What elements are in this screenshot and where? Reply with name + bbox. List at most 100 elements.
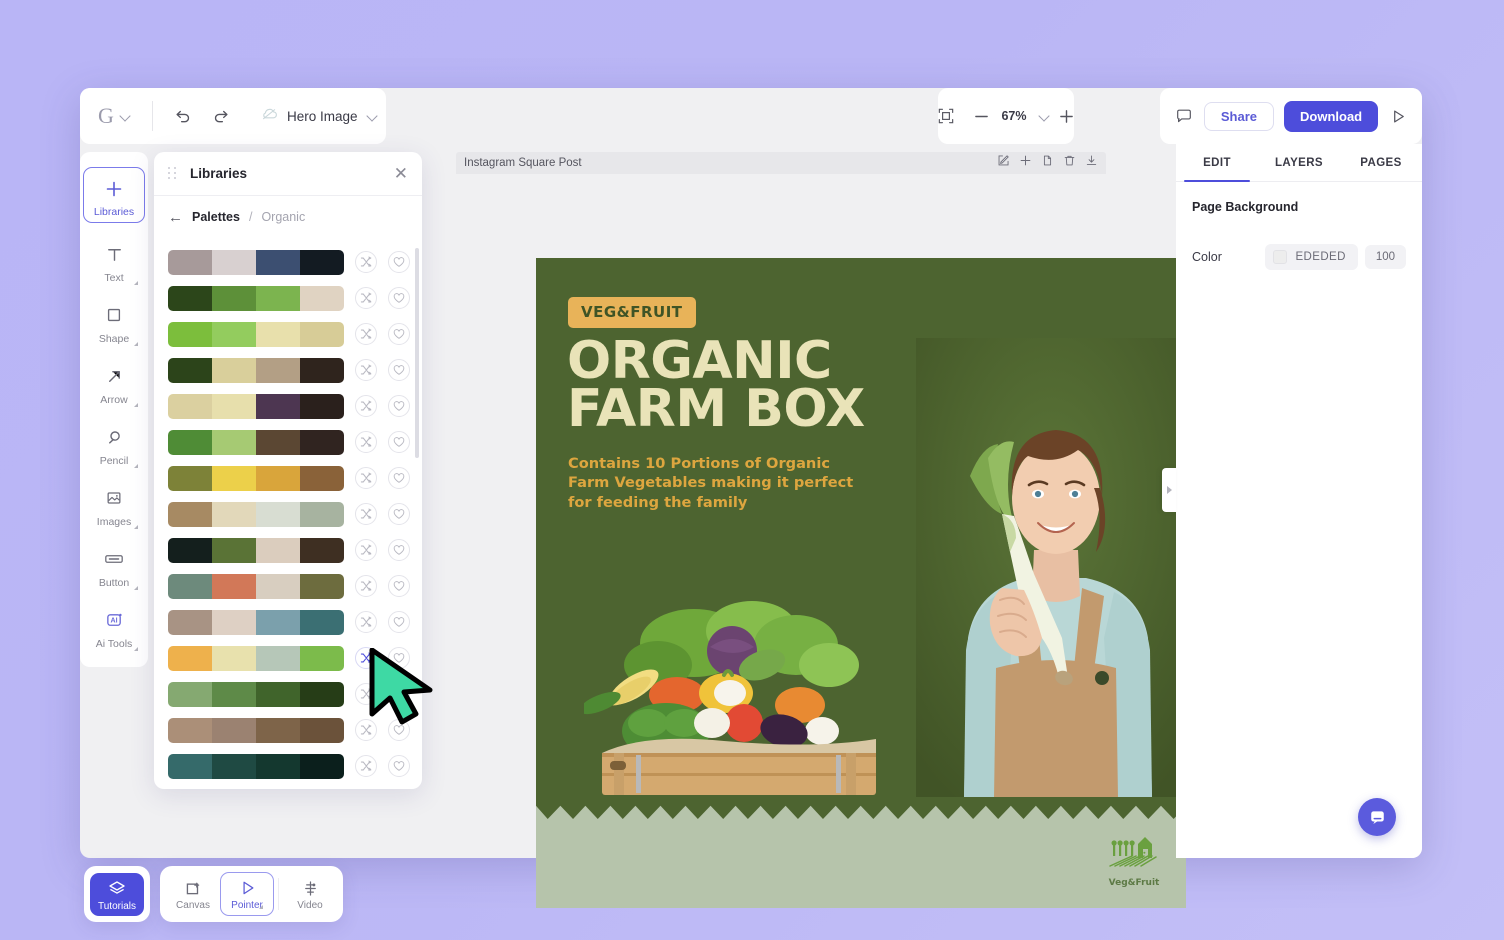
canvas-button[interactable]: Canvas (166, 873, 220, 915)
palette-swatches[interactable] (168, 645, 344, 671)
palette-swatch[interactable] (256, 321, 300, 347)
palette-swatch[interactable] (256, 609, 300, 635)
shuffle-icon[interactable] (355, 287, 377, 309)
sidebar-item-ai-tools[interactable]: AI Ai Tools (80, 596, 148, 657)
palette-swatch[interactable] (256, 753, 300, 779)
palette-swatch[interactable] (168, 717, 212, 743)
palette-swatches[interactable] (168, 357, 344, 383)
palette-swatches[interactable] (168, 537, 344, 563)
download-button[interactable]: Download (1284, 100, 1379, 132)
palette-swatch[interactable] (212, 393, 256, 419)
palette-swatch[interactable] (168, 645, 212, 671)
shuffle-icon[interactable] (355, 359, 377, 381)
tab-layers[interactable]: LAYERS (1258, 144, 1340, 181)
color-picker-button[interactable]: EDEDED (1265, 244, 1358, 270)
palette-swatch[interactable] (168, 465, 212, 491)
heart-icon[interactable] (388, 359, 410, 381)
palette-swatch[interactable] (212, 429, 256, 455)
fit-to-screen-button[interactable] (938, 104, 954, 128)
palette-swatch[interactable] (300, 501, 344, 527)
palette-row[interactable] (154, 604, 422, 640)
palette-swatch[interactable] (256, 429, 300, 455)
back-arrow-icon[interactable]: ← (168, 210, 183, 225)
app-logo-menu[interactable]: G (80, 88, 152, 144)
heart-icon[interactable] (388, 251, 410, 273)
palette-swatch[interactable] (168, 573, 212, 599)
palette-row[interactable] (154, 676, 422, 712)
heart-icon[interactable] (388, 539, 410, 561)
palette-swatches[interactable] (168, 465, 344, 491)
add-page-icon[interactable] (1019, 154, 1032, 172)
sidebar-item-text[interactable]: Text (80, 230, 148, 291)
palette-swatch[interactable] (212, 249, 256, 275)
palette-row[interactable] (154, 640, 422, 676)
palette-swatches[interactable] (168, 717, 344, 743)
undo-button[interactable] (171, 104, 195, 128)
sidebar-item-pencil[interactable]: Pencil (80, 413, 148, 474)
palette-swatch[interactable] (256, 285, 300, 311)
redo-button[interactable] (209, 104, 233, 128)
palette-swatch[interactable] (256, 717, 300, 743)
palette-swatch[interactable] (256, 393, 300, 419)
shuffle-icon[interactable] (355, 539, 377, 561)
palette-swatch[interactable] (168, 393, 212, 419)
palette-swatch[interactable] (168, 321, 212, 347)
sidebar-item-button[interactable]: Button (80, 535, 148, 596)
palette-swatch[interactable] (300, 717, 344, 743)
palette-swatch[interactable] (212, 357, 256, 383)
palette-swatch[interactable] (256, 357, 300, 383)
shuffle-icon[interactable] (355, 611, 377, 633)
heart-icon[interactable] (388, 575, 410, 597)
document-title-menu[interactable]: Hero Image (261, 107, 377, 126)
palette-swatch[interactable] (168, 753, 212, 779)
palette-swatch[interactable] (300, 393, 344, 419)
shuffle-icon[interactable] (355, 467, 377, 489)
palette-swatch[interactable] (300, 465, 344, 491)
zoom-out-button[interactable] (974, 104, 989, 128)
duplicate-icon[interactable] (1041, 154, 1054, 172)
heart-icon[interactable] (388, 323, 410, 345)
palette-swatch[interactable] (168, 537, 212, 563)
palette-swatch[interactable] (168, 285, 212, 311)
palette-swatches[interactable] (168, 501, 344, 527)
palette-row[interactable] (154, 280, 422, 316)
trash-icon[interactable] (1063, 154, 1076, 172)
palette-row[interactable] (154, 748, 422, 784)
palette-swatch[interactable] (300, 357, 344, 383)
palette-swatch[interactable] (300, 249, 344, 275)
heart-icon[interactable] (388, 755, 410, 777)
zoom-level[interactable]: 67% (999, 109, 1029, 123)
palette-row[interactable] (154, 388, 422, 424)
heart-icon[interactable] (388, 647, 410, 669)
shuffle-icon[interactable] (355, 395, 377, 417)
palette-swatch[interactable] (300, 681, 344, 707)
palette-swatch[interactable] (300, 321, 344, 347)
shuffle-icon[interactable] (355, 323, 377, 345)
palette-row[interactable] (154, 532, 422, 568)
heart-icon[interactable] (388, 395, 410, 417)
palette-swatch[interactable] (212, 609, 256, 635)
palette-swatch[interactable] (256, 681, 300, 707)
comment-button[interactable] (1174, 104, 1194, 128)
palette-swatch[interactable] (212, 537, 256, 563)
palette-swatch[interactable] (168, 249, 212, 275)
palette-swatch[interactable] (212, 285, 256, 311)
palette-swatch[interactable] (168, 429, 212, 455)
palette-swatch[interactable] (168, 357, 212, 383)
pointer-button[interactable]: Pointer (220, 872, 274, 916)
palette-swatch[interactable] (212, 573, 256, 599)
palette-swatch[interactable] (256, 465, 300, 491)
palette-swatches[interactable] (168, 285, 344, 311)
palette-swatch[interactable] (212, 465, 256, 491)
tab-pages[interactable]: PAGES (1340, 144, 1422, 181)
chat-bubble-icon[interactable] (1358, 798, 1396, 836)
palette-swatches[interactable] (168, 249, 344, 275)
palette-swatch[interactable] (300, 753, 344, 779)
palette-row[interactable] (154, 568, 422, 604)
heart-icon[interactable] (388, 683, 410, 705)
shuffle-icon[interactable] (355, 575, 377, 597)
palette-swatch[interactable] (168, 501, 212, 527)
shuffle-icon[interactable] (355, 431, 377, 453)
shuffle-icon[interactable] (355, 719, 377, 741)
palette-swatch[interactable] (212, 717, 256, 743)
